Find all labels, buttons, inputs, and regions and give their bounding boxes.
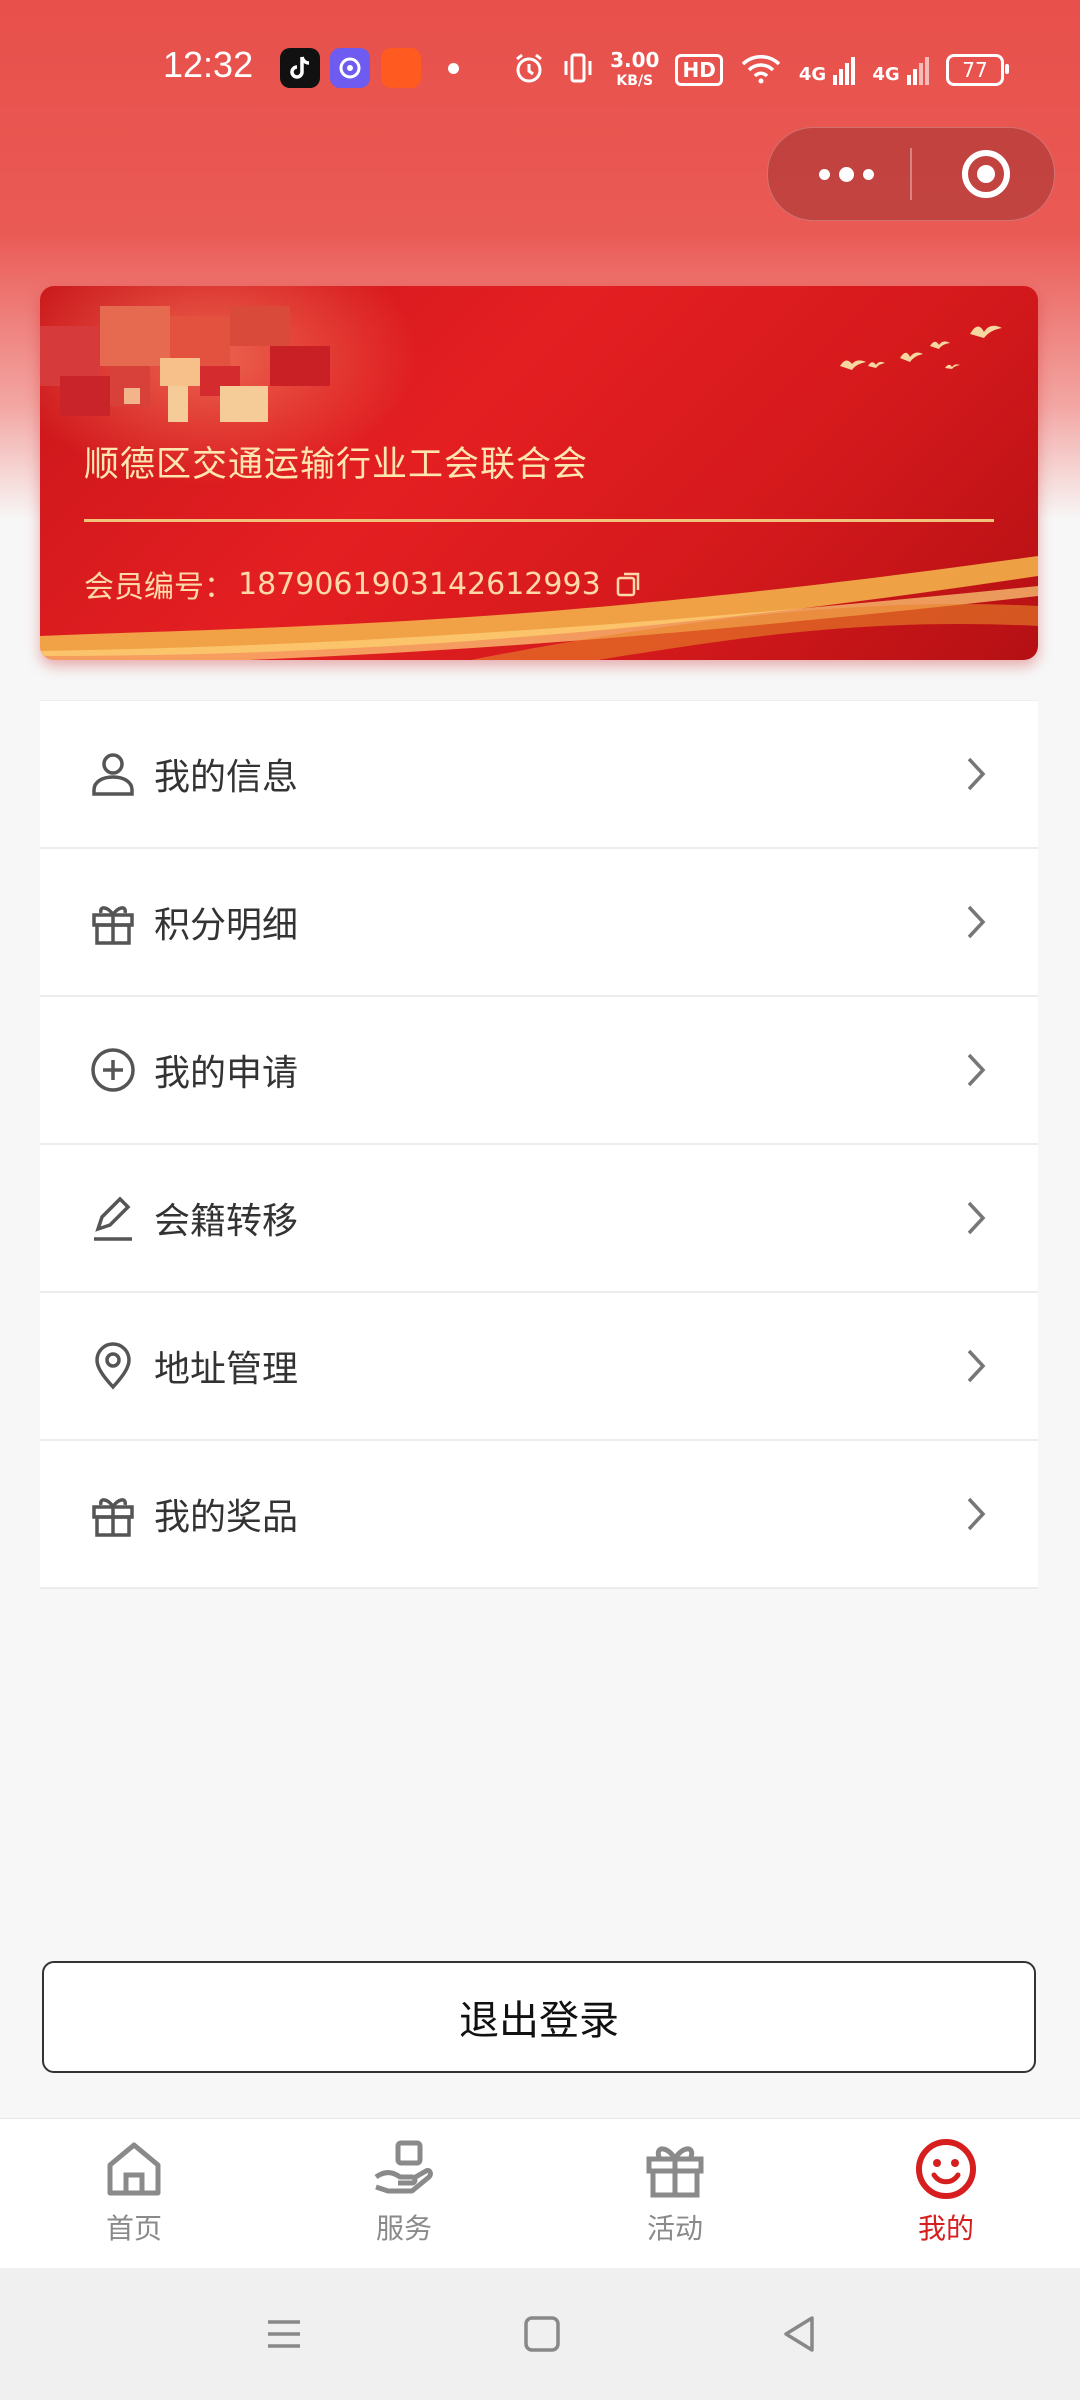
gift-icon — [92, 1498, 134, 1537]
target-close-icon[interactable] — [961, 149, 1011, 199]
system-nav-bar — [0, 2268, 1080, 2400]
app-icon — [330, 48, 370, 88]
miniprogram-capsule — [767, 127, 1055, 221]
member-card: 顺德区交通运输行业工会联合会 会员编号： 1879061903142612993 — [40, 286, 1038, 660]
wifi-icon — [739, 52, 783, 88]
tab-service[interactable]: 服务 — [324, 2137, 484, 2257]
status-time: 12:32 — [163, 44, 254, 85]
menu-item-label: 积分明细 — [154, 905, 299, 946]
menu-list: 我的信息 积分明细 我的申请 会籍转移 地址管理 我的奖品 — [40, 700, 1038, 1589]
chevron-right-icon — [967, 1497, 986, 1531]
menu-item-address-management[interactable]: 地址管理 — [40, 1293, 1038, 1441]
menu-item-label: 我的信息 — [154, 757, 299, 798]
menu-item-my-application[interactable]: 我的申请 — [40, 997, 1038, 1145]
bottom-tab-bar: 首页 服务 活动 我的 — [0, 2118, 1080, 2269]
notification-dot — [448, 63, 459, 74]
status-bar: 12:32 3.00 KB/S HD 4G 4G 77 — [0, 0, 1080, 140]
chevron-right-icon — [967, 1201, 986, 1235]
battery-icon: 77 — [946, 54, 1009, 86]
chevron-right-icon — [967, 1053, 986, 1087]
member-id-row: 会员编号： 1879061903142612993 — [84, 562, 643, 606]
tab-label: 首页 — [105, 2212, 162, 2245]
gift-icon — [92, 906, 134, 945]
menu-item-membership-transfer[interactable]: 会籍转移 — [40, 1145, 1038, 1293]
alarm-icon — [512, 51, 546, 89]
back-nav-icon[interactable] — [776, 2310, 824, 2358]
tab-mine[interactable]: 我的 — [866, 2137, 1026, 2257]
chevron-right-icon — [967, 757, 986, 791]
chevron-right-icon — [967, 905, 986, 939]
member-id-value: 1879061903142612993 — [238, 566, 601, 602]
tiktok-icon — [280, 48, 320, 88]
menu-item-label: 会籍转移 — [154, 1201, 299, 1242]
signal-2: 4G — [872, 55, 930, 85]
org-name: 顺德区交通运输行业工会联合会 — [84, 445, 589, 485]
plus-circle-icon — [91, 1048, 135, 1092]
menu-item-points-detail[interactable]: 积分明细 — [40, 849, 1038, 997]
smiley-icon — [916, 2139, 976, 2199]
gift-box-icon — [646, 2146, 704, 2198]
tab-activity[interactable]: 活动 — [595, 2137, 755, 2257]
home-nav-icon[interactable] — [518, 2310, 566, 2358]
location-pin-icon — [95, 1342, 131, 1390]
app-icon-orange — [381, 48, 421, 88]
chevron-right-icon — [967, 1349, 986, 1383]
menu-item-label: 地址管理 — [154, 1349, 299, 1390]
hd-badge: HD — [675, 54, 723, 86]
home-icon — [107, 2142, 161, 2196]
more-dots-icon[interactable] — [808, 150, 884, 198]
user-icon — [92, 753, 134, 796]
menu-item-my-prizes[interactable]: 我的奖品 — [40, 1441, 1038, 1589]
net-speed: 3.00 KB/S — [610, 47, 660, 89]
menu-item-my-info[interactable]: 我的信息 — [40, 701, 1038, 849]
signal-1: 4G — [799, 55, 857, 85]
hand-service-icon — [374, 2140, 433, 2194]
menu-nav-icon[interactable] — [260, 2310, 308, 2358]
tab-home[interactable]: 首页 — [54, 2137, 214, 2257]
capsule-divider — [910, 148, 912, 200]
menu-item-label: 我的奖品 — [154, 1497, 299, 1538]
edit-icon — [94, 1196, 132, 1241]
logout-button[interactable]: 退出登录 — [42, 1961, 1036, 2073]
tab-label: 服务 — [375, 2212, 432, 2245]
card-divider — [84, 519, 994, 522]
status-indicators: 3.00 KB/S HD 4G 4G 77 — [512, 47, 1009, 92]
copy-icon[interactable] — [615, 570, 643, 598]
vibrate-icon — [562, 51, 594, 89]
member-id-label: 会员编号： — [84, 570, 234, 605]
tab-label: 我的 — [917, 2212, 974, 2245]
menu-item-label: 我的申请 — [154, 1053, 299, 1094]
birds-decoration — [840, 325, 1002, 370]
tab-label: 活动 — [646, 2212, 703, 2245]
